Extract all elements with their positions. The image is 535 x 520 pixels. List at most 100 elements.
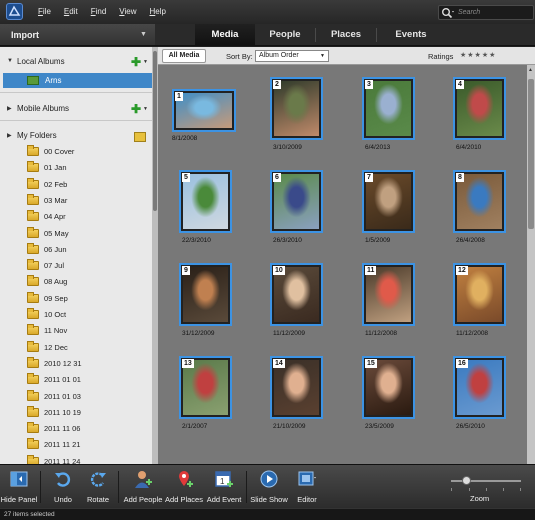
folder-item[interactable]: 00 Cover	[0, 144, 152, 160]
media-thumbnail[interactable]: 12 11/12/2008	[442, 256, 527, 346]
add-places-button[interactable]: Add Places	[164, 465, 204, 509]
all-media-button[interactable]: All Media	[162, 49, 206, 63]
folder-item[interactable]: 02 Feb	[0, 177, 152, 193]
folder-item[interactable]: 2011 11 21	[0, 437, 152, 453]
scroll-up-icon[interactable]: ▲	[528, 67, 533, 73]
media-thumbnail[interactable]: 10 11/12/2009	[259, 256, 349, 346]
media-thumbnail[interactable]: 15 23/5/2009	[351, 349, 441, 439]
folder-item[interactable]: 08 Aug	[0, 274, 152, 290]
folder-item[interactable]: 2011 11 24	[0, 454, 152, 464]
add-event-button[interactable]: 1 Add Event	[204, 465, 244, 509]
menu-view[interactable]: View	[119, 7, 136, 16]
media-thumbnail[interactable]: 2 3/10/2009	[259, 70, 349, 160]
folder-icon	[27, 210, 39, 222]
media-thumbnail[interactable]: 4 6/4/2010	[442, 70, 527, 160]
grid-header: All Media Sort By: Album Order ▼ Ratings …	[158, 47, 535, 65]
hide-panel-button[interactable]: Hide Panel	[0, 465, 38, 509]
menu-edit[interactable]: Edit	[64, 7, 78, 16]
thumbnail-date: 26/4/2008	[456, 237, 485, 244]
media-thumbnail[interactable]: 11 11/12/2008	[351, 256, 441, 346]
folder-item[interactable]: 2011 01 01	[0, 372, 152, 388]
menu-help[interactable]: Help	[150, 7, 166, 16]
tab-places[interactable]: Places	[316, 24, 376, 46]
chevron-down-icon[interactable]: ▼	[143, 106, 148, 112]
menu-find[interactable]: Find	[91, 7, 107, 16]
zoom-slider-handle[interactable]	[462, 476, 471, 485]
rating-stars[interactable]: ★★★★★	[460, 51, 496, 59]
menu-file[interactable]: File	[38, 7, 51, 16]
mobile-albums-header[interactable]: ▶ Mobile Albums ✚ ▼	[0, 99, 152, 119]
thumbnail-number: 5	[182, 173, 190, 182]
rotate-button[interactable]: Rotate	[82, 465, 114, 509]
tab-media[interactable]: Media	[195, 24, 255, 46]
media-grid: 1 8/1/2008 2 3/10/2009 3 6/4/2013 4 6/4/2010 5 22…	[158, 65, 527, 464]
status-bar: 27 items selected	[0, 508, 535, 520]
folder-item[interactable]: 09 Sep	[0, 291, 152, 307]
folder-item[interactable]: 05 May	[0, 226, 152, 242]
scroll-thumb[interactable]	[153, 51, 157, 211]
grid-scrollbar[interactable]: ▲	[527, 65, 535, 464]
add-mobile-album-icon[interactable]: ✚	[131, 102, 141, 116]
tab-events[interactable]: Events	[377, 24, 445, 46]
local-albums-label: Local Albums	[17, 57, 65, 66]
folder-item[interactable]: 2011 11 06	[0, 421, 152, 437]
my-folders-label: My Folders	[17, 131, 57, 140]
photo	[274, 174, 319, 229]
app-icon[interactable]	[6, 3, 23, 20]
media-thumbnail[interactable]: 7 1/5/2009	[351, 163, 441, 253]
panel-icon	[10, 471, 28, 487]
folder-item[interactable]: 01 Jan	[0, 160, 152, 176]
folder-item[interactable]: 07 Jul	[0, 258, 152, 274]
folder-icon	[27, 193, 39, 205]
photo	[366, 174, 411, 229]
add-album-icon[interactable]: ✚	[131, 55, 141, 69]
thumbnail-date: 6/4/2010	[456, 144, 482, 151]
folder-item[interactable]: 04 Apr	[0, 209, 152, 225]
view-tabs: Media People Places Events	[155, 24, 535, 46]
media-thumbnail[interactable]: 14 21/10/2009	[259, 349, 349, 439]
scroll-thumb[interactable]	[528, 79, 534, 229]
album-item-arns[interactable]: Arns	[3, 73, 152, 88]
slide-show-button[interactable]: Slide Show	[249, 465, 289, 509]
thumbnail-date: 1/5/2009	[365, 237, 391, 244]
media-thumbnail[interactable]: 1 8/1/2008	[168, 70, 258, 160]
local-albums-header[interactable]: ▼ Local Albums ✚ ▼	[0, 52, 152, 72]
folder-view-icon[interactable]	[134, 132, 146, 142]
media-thumbnail[interactable]: 16 26/5/2010	[442, 349, 527, 439]
rotate-icon	[90, 472, 106, 487]
search-placeholder: Search	[458, 9, 481, 16]
media-thumbnail[interactable]: 5 22/3/2010	[168, 163, 258, 253]
undo-button[interactable]: Undo	[48, 465, 78, 509]
folder-item[interactable]: 2010 12 31	[0, 356, 152, 372]
editor-button[interactable]: Editor	[290, 465, 324, 509]
thumbnail-frame: 1	[172, 89, 236, 132]
media-thumbnail[interactable]: 6 26/3/2010	[259, 163, 349, 253]
thumbnail-frame: 5	[179, 170, 232, 233]
search-box[interactable]: Search	[438, 5, 534, 20]
folder-item[interactable]: 10 Oct	[0, 307, 152, 323]
thumbnail-number: 10	[273, 266, 285, 275]
media-thumbnail[interactable]: 9 31/12/2009	[168, 256, 258, 346]
folder-item[interactable]: 2011 01 03	[0, 389, 152, 405]
folder-item[interactable]: 12 Dec	[0, 340, 152, 356]
folder-label: 08 Aug	[44, 277, 68, 287]
folder-item[interactable]: 2011 10 19	[0, 405, 152, 421]
media-thumbnail[interactable]: 3 6/4/2013	[351, 70, 441, 160]
sort-select[interactable]: Album Order ▼	[255, 50, 329, 62]
folder-item[interactable]: 03 Mar	[0, 193, 152, 209]
media-thumbnail[interactable]: 8 26/4/2008	[442, 163, 527, 253]
add-people-button[interactable]: Add People	[122, 465, 164, 509]
import-button[interactable]: Import ▼	[0, 24, 155, 46]
chevron-down-icon[interactable]: ▼	[143, 59, 148, 65]
map-pin-icon	[179, 471, 193, 487]
media-thumbnail[interactable]: 13 2/1/2007	[168, 349, 258, 439]
calendar-icon: 1	[215, 471, 233, 487]
bottom-toolbar: Hide Panel Undo Rotate Add People Add Pl…	[0, 464, 535, 508]
folder-item[interactable]: 06 Jun	[0, 242, 152, 258]
thumbnail-frame: 10	[270, 263, 323, 326]
album-icon	[27, 76, 39, 85]
my-folders-header[interactable]: ▶ My Folders	[0, 126, 152, 146]
tab-people[interactable]: People	[255, 24, 315, 46]
photo	[176, 93, 232, 128]
folder-item[interactable]: 11 Nov	[0, 323, 152, 339]
